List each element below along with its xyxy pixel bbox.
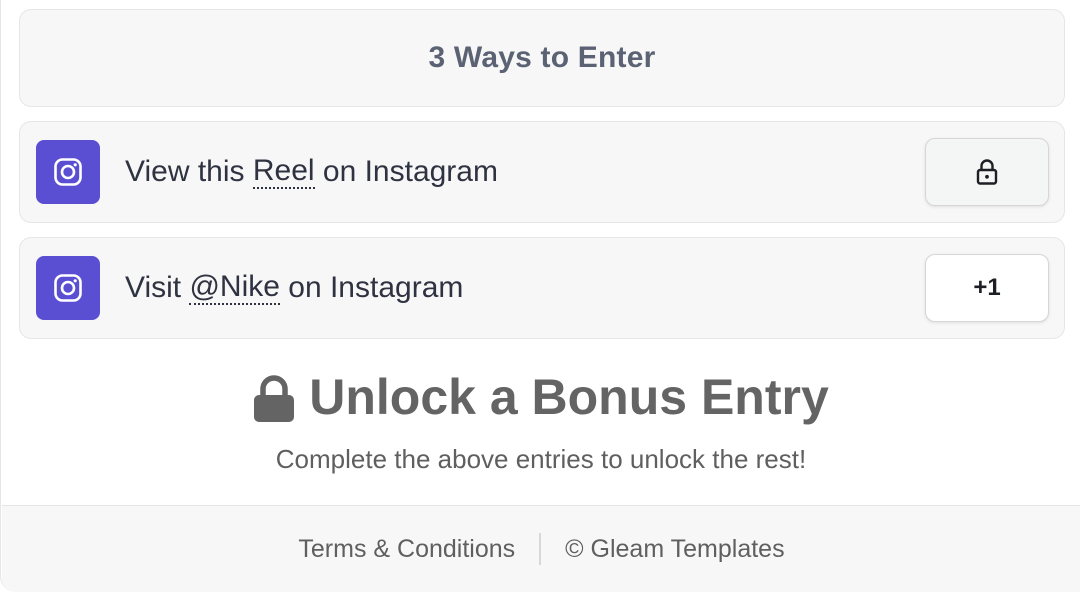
entry-label-prefix: Visit: [125, 271, 190, 304]
instagram-icon: [36, 256, 100, 320]
entry-label-suffix: on Instagram: [279, 271, 464, 304]
locked-entry-button[interactable]: [925, 138, 1049, 206]
profile-link[interactable]: @Nike: [189, 271, 280, 305]
entry-count-header: 3 Ways to Enter: [19, 9, 1065, 107]
footer: Terms & Conditions © Gleam Templates: [2, 505, 1080, 592]
bonus-entry-heading: Unlock a Bonus Entry: [1, 362, 1080, 432]
terms-link[interactable]: Terms & Conditions: [298, 535, 515, 564]
entry-label: View this Reel on Instagram: [125, 122, 498, 222]
footer-divider: [539, 533, 542, 565]
entry-label-suffix: on Instagram: [314, 155, 498, 188]
instagram-icon: [36, 140, 100, 204]
bonus-subtitle: Complete the above entries to unlock the…: [275, 444, 807, 474]
lock-icon: [254, 375, 295, 422]
reel-link[interactable]: Reel: [252, 155, 315, 189]
lock-icon: [976, 159, 998, 185]
widget-frame: 3 Ways to Enter View this Reel on Instag…: [0, 0, 1080, 592]
entry-row-visit-profile[interactable]: Visit @Nike on Instagram +1: [19, 237, 1065, 339]
entry-points-button[interactable]: +1: [925, 254, 1049, 322]
entry-row-view-reel[interactable]: View this Reel on Instagram: [19, 121, 1065, 223]
entry-label-prefix: View this: [125, 155, 253, 188]
entry-count-title: 3 Ways to Enter: [428, 41, 656, 74]
entry-label: Visit @Nike on Instagram: [125, 238, 463, 338]
bonus-title: Unlock a Bonus Entry: [309, 369, 829, 425]
copyright-link[interactable]: © Gleam Templates: [565, 535, 784, 564]
